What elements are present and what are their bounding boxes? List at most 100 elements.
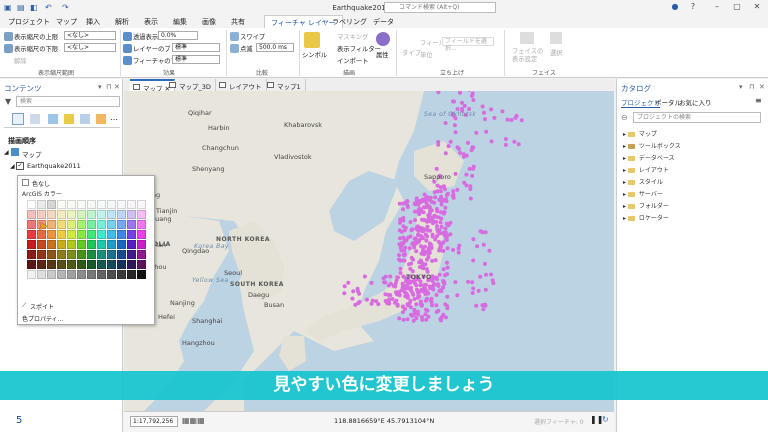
color-swatch[interactable]	[87, 210, 96, 219]
color-swatch[interactable]	[47, 270, 56, 279]
swipe-button[interactable]: スワイプ	[240, 32, 265, 41]
color-swatch[interactable]	[37, 250, 46, 259]
color-swatch[interactable]	[27, 200, 36, 209]
color-swatch[interactable]	[117, 250, 126, 259]
color-swatch[interactable]	[67, 260, 76, 269]
layer-node[interactable]: Earthquake2011	[27, 162, 81, 170]
color-swatch[interactable]	[107, 210, 116, 219]
map-node[interactable]: マップ	[22, 149, 42, 159]
redo-icon[interactable]: ↷	[62, 3, 69, 12]
color-swatch[interactable]	[127, 240, 136, 249]
doc-tab-map3d[interactable]: マップ_3D	[166, 79, 216, 91]
catalog-item-databases[interactable]: ▸ データベース	[623, 153, 675, 162]
color-swatch[interactable]	[37, 270, 46, 279]
command-search-input[interactable]: コマンド検索 (Alt+Q)	[384, 2, 496, 13]
save-icon[interactable]: ◧	[30, 3, 38, 12]
color-swatch[interactable]	[47, 220, 56, 229]
back-icon[interactable]: ⊖	[621, 113, 628, 122]
field-dropdown[interactable]: フィールドを選択...	[442, 37, 494, 52]
color-swatch[interactable]	[47, 250, 56, 259]
catalog-tab-portal[interactable]: ポータル	[655, 97, 681, 107]
tab-map[interactable]: マップ	[56, 17, 77, 27]
clear-scale-button[interactable]: 解除	[14, 56, 27, 65]
new-project-icon[interactable]: ▣	[4, 3, 12, 12]
color-swatch[interactable]	[97, 250, 106, 259]
drawing-order-icon[interactable]	[12, 113, 24, 125]
face-select-icon[interactable]	[550, 32, 562, 44]
color-swatch[interactable]	[117, 200, 126, 209]
eyedropper-icon[interactable]: ⟋	[22, 302, 26, 310]
color-swatch[interactable]	[137, 200, 146, 209]
color-swatch[interactable]	[87, 250, 96, 259]
color-swatch[interactable]	[97, 230, 106, 239]
color-swatch[interactable]	[37, 240, 46, 249]
symbology-icon[interactable]	[304, 32, 320, 48]
more-icon[interactable]: …	[110, 113, 118, 122]
expand-layer-icon[interactable]: ◢	[10, 163, 15, 170]
color-swatch[interactable]	[77, 260, 86, 269]
color-swatch[interactable]	[67, 240, 76, 249]
color-swatch[interactable]	[67, 250, 76, 259]
pane-menu-icon[interactable]: ▾	[98, 83, 102, 91]
color-swatch[interactable]	[87, 260, 96, 269]
catalog-menu-icon[interactable]: ▾	[739, 83, 743, 91]
color-swatch[interactable]	[117, 210, 126, 219]
catalog-item-locators[interactable]: ▸ ロケーター	[623, 213, 669, 222]
tab-project[interactable]: プロジェクト	[8, 17, 50, 27]
color-swatch[interactable]	[47, 200, 56, 209]
color-swatch[interactable]	[27, 230, 36, 239]
color-swatch[interactable]	[57, 200, 66, 209]
color-swatch[interactable]	[77, 210, 86, 219]
color-swatch[interactable]	[137, 270, 146, 279]
color-swatch[interactable]	[107, 250, 116, 259]
face-settings-icon[interactable]	[520, 32, 534, 44]
flicker-input[interactable]: 500.0 ms	[256, 43, 294, 52]
max-scale-dropdown[interactable]: <なし>	[64, 31, 116, 40]
color-swatch[interactable]	[27, 210, 36, 219]
color-properties-option[interactable]: 色プロパティ...	[22, 314, 63, 323]
color-swatch[interactable]	[57, 260, 66, 269]
color-swatch[interactable]	[37, 200, 46, 209]
import-button[interactable]: インポート	[337, 56, 368, 65]
catalog-item-layouts[interactable]: ▸ レイアウト	[623, 165, 669, 174]
color-swatch[interactable]	[77, 220, 86, 229]
doc-tab-map1[interactable]: マップ1	[264, 79, 306, 91]
color-swatch[interactable]	[107, 270, 116, 279]
expand-map-icon[interactable]: ◢	[4, 149, 9, 156]
catalog-hamburger-icon[interactable]: ≡	[755, 96, 762, 105]
color-swatch[interactable]	[127, 220, 136, 229]
color-swatch[interactable]	[87, 230, 96, 239]
color-swatch[interactable]	[127, 250, 136, 259]
display-filter-button[interactable]: 表示フィルター	[337, 44, 381, 53]
color-swatch[interactable]	[67, 230, 76, 239]
undo-icon[interactable]: ↶	[45, 3, 52, 12]
color-swatch[interactable]	[117, 230, 126, 239]
layer-blend-dropdown[interactable]: 標準	[172, 43, 220, 52]
color-swatch[interactable]	[127, 230, 136, 239]
color-swatch[interactable]	[137, 230, 146, 239]
doc-tab-layout[interactable]: レイアウト	[216, 79, 267, 91]
catalog-tab-favorites[interactable]: お気に入り	[679, 97, 712, 107]
color-swatch[interactable]	[97, 220, 106, 229]
notification-icon[interactable]: ●	[668, 2, 682, 11]
color-swatch[interactable]	[117, 240, 126, 249]
color-swatch[interactable]	[67, 200, 76, 209]
color-swatch[interactable]	[67, 270, 76, 279]
catalog-pin-icon[interactable]: ⊓	[749, 83, 754, 91]
close-pane-icon[interactable]: ✕	[114, 83, 120, 91]
tab-analysis[interactable]: 解析	[115, 17, 129, 27]
color-swatch[interactable]	[67, 210, 76, 219]
catalog-close-icon[interactable]: ✕	[759, 83, 765, 91]
catalog-item-folders[interactable]: ▸ フォルダー	[623, 201, 669, 210]
editing-icon[interactable]	[64, 114, 74, 124]
labeling-icon[interactable]	[96, 114, 106, 124]
tab-feature-layer[interactable]: フィーチャ レイヤー	[264, 15, 343, 29]
color-swatch[interactable]	[137, 220, 146, 229]
min-scale-dropdown[interactable]: <なし>	[64, 43, 116, 52]
masking-button[interactable]: マスキング	[337, 32, 368, 41]
color-swatch[interactable]	[127, 200, 136, 209]
selection-icon[interactable]	[48, 114, 58, 124]
color-swatch[interactable]	[47, 260, 56, 269]
color-swatch[interactable]	[137, 250, 146, 259]
color-swatch[interactable]	[37, 260, 46, 269]
